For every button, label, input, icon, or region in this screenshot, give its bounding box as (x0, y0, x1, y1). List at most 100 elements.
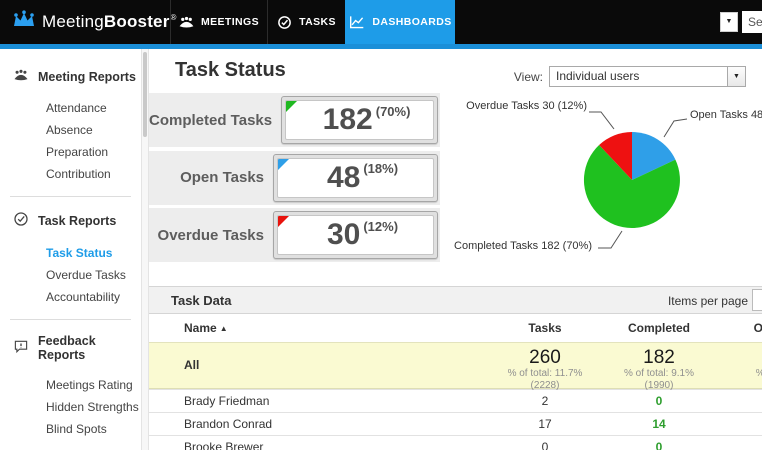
task-data-table: Name▲ Tasks Completed Overdue All 260 % … (149, 314, 762, 450)
line-chart-icon (349, 15, 365, 29)
stat-open-tasks: Open Tasks 48 (18%) (149, 150, 440, 205)
leader-line-overdue (589, 111, 615, 130)
cell-name: All (184, 358, 200, 372)
stat-value: 48 (326, 160, 361, 194)
cell-name: Brooke Brewer (184, 440, 264, 450)
stats-column: Completed Tasks 182 (70%) Open Tasks 48 … (149, 93, 440, 262)
people-icon (179, 16, 194, 29)
chevron-down-icon: ▼ (733, 73, 740, 80)
sidebar-item-absence[interactable]: Absence (0, 119, 141, 141)
sidebar-item-accountability[interactable]: Accountability (0, 286, 141, 308)
view-dropdown[interactable]: Individual users (549, 66, 728, 87)
sidebar-section-feedback-reports[interactable]: Feedback Reports (0, 334, 141, 362)
speech-bubble-icon (13, 339, 29, 357)
leader-line-completed (598, 230, 623, 249)
check-circle-icon (13, 211, 29, 230)
sidebar-item-task-status[interactable]: Task Status (0, 242, 141, 264)
table-row[interactable]: Brandon Conrad 17 14 (149, 412, 762, 435)
stat-value: 182 (322, 103, 373, 136)
sidebar-section-title: Meeting Reports (38, 70, 136, 84)
stat-overdue-tasks: Overdue Tasks 30 (12%) (149, 208, 440, 262)
table-row-all[interactable]: All 260 % of total: 11.7% (2228) 182 % o… (149, 342, 762, 391)
accent-strip (0, 44, 762, 49)
brand-logo[interactable]: MeetingBooster® (12, 0, 177, 44)
tab-meetings-label: MEETINGS (200, 16, 260, 28)
tab-dashboards-label: DASHBOARDS (372, 16, 452, 28)
column-header-completed[interactable]: Completed (611, 321, 707, 335)
tab-meetings[interactable]: MEETINGS (170, 0, 267, 44)
stat-value: 30 (326, 218, 361, 251)
items-per-page-select[interactable] (752, 289, 762, 311)
chevron-down-icon: ▼ (725, 18, 733, 25)
stat-card-open: 48 (18%) (273, 153, 438, 202)
cell-completed-total: 182 % of total: 9.1% (1990) (611, 348, 707, 393)
cell-completed: 0 (655, 394, 663, 408)
page-title: Task Status (175, 59, 286, 81)
cell-name: Brandon Conrad (184, 417, 273, 431)
sidebar-scrollbar[interactable] (141, 49, 149, 450)
tasks-total-subnote: % of total: 11.7% (507, 367, 583, 379)
stat-label: Overdue Tasks (157, 226, 264, 244)
sidebar-item-preparation[interactable]: Preparation (0, 141, 141, 163)
pie-label-completed: Completed Tasks 182 (70%) (454, 240, 592, 252)
stat-completed-tasks: Completed Tasks 182 (70%) (149, 93, 440, 147)
completed-total-value: 182 (643, 347, 675, 368)
view-label: View: (513, 69, 543, 84)
stats-and-chart: Completed Tasks 182 (70%) Open Tasks 48 … (149, 93, 762, 262)
main-header: Task Status View: Individual users ▼ (149, 49, 762, 93)
pie-chart-panel: Overdue Tasks 30 (12%) Open Tasks 48 (18… (440, 93, 762, 262)
tab-tasks-label: TASKS (299, 16, 336, 28)
stat-percent: (18%) (363, 161, 399, 176)
cell-tasks: 0 (541, 440, 549, 450)
tasks-total-value: 260 (529, 347, 561, 368)
overdue-total-value: 30 (707, 348, 762, 368)
cell-tasks-total: 260 % of total: 11.7% (2228) (479, 348, 611, 393)
column-header-name[interactable]: Name ▲ (149, 321, 479, 335)
scrollbar-thumb[interactable] (143, 52, 147, 137)
sidebar-section-title: Task Reports (38, 213, 117, 228)
table-header-row: Name▲ Tasks Completed Overdue (149, 314, 762, 342)
column-header-overdue[interactable]: Overdue (707, 321, 762, 335)
main-content: Task Status View: Individual users ▼ Com… (149, 49, 762, 450)
sidebar-divider (10, 196, 131, 197)
cell-overdue-total: 30 % of total: (707, 348, 762, 380)
task-data-panel-header: Task Data Items per page (149, 286, 762, 314)
overdue-total-subnote: % of total: (707, 368, 762, 381)
sidebar-section-task-reports[interactable]: Task Reports (0, 211, 141, 230)
sidebar-item-attendance[interactable]: Attendance (0, 97, 141, 119)
sidebar-item-overdue-tasks[interactable]: Overdue Tasks (0, 264, 141, 286)
brand-name: MeetingBooster® (42, 12, 177, 31)
sidebar-item-hidden-strengths[interactable]: Hidden Strengths (0, 396, 141, 418)
app-window: MeetingBooster® MEETINGS TASKS DASHBOARD… (0, 0, 762, 450)
sort-asc-icon: ▲ (219, 324, 228, 333)
items-per-page-label: Items per page (667, 294, 748, 308)
cell-completed: 14 (652, 417, 666, 431)
column-header-tasks[interactable]: Tasks (479, 321, 611, 335)
people-icon (13, 69, 29, 85)
red-corner-marker (278, 216, 289, 227)
search-scope-dropdown[interactable]: ▼ (720, 12, 738, 32)
sidebar-divider (10, 319, 131, 320)
completed-total-subnote2: (1990) (644, 380, 674, 392)
sidebar-item-contribution[interactable]: Contribution (0, 163, 141, 185)
stat-percent: (12%) (363, 218, 399, 234)
sidebar-item-blind-spots[interactable]: Blind Spots (0, 418, 141, 440)
tab-tasks[interactable]: TASKS (267, 0, 345, 44)
search-input[interactable] (742, 11, 762, 33)
view-dropdown-arrow[interactable]: ▼ (728, 66, 746, 87)
cell-name: Brady Friedman (184, 394, 270, 408)
tasks-total-subnote2: (2228) (530, 380, 560, 392)
tab-dashboards[interactable]: DASHBOARDS (345, 0, 455, 44)
panel-title: Task Data (171, 293, 232, 308)
sidebar: Meeting Reports Attendance Absence Prepa… (0, 49, 141, 450)
stat-card-completed: 182 (70%) (281, 96, 438, 144)
table-row[interactable]: Brooke Brewer 0 0 (149, 435, 762, 450)
pie-label-overdue: Overdue Tasks 30 (12%) (466, 100, 587, 112)
sidebar-item-meetings-rating[interactable]: Meetings Rating (0, 374, 141, 396)
pie-label-open: Open Tasks 48 (18%) (690, 109, 762, 121)
check-circle-icon (277, 15, 292, 30)
blue-corner-marker (278, 158, 289, 170)
sidebar-section-meeting-reports[interactable]: Meeting Reports (0, 69, 141, 85)
primary-tabs: MEETINGS TASKS DASHBOARDS (170, 0, 455, 44)
leader-line-open (663, 118, 688, 138)
